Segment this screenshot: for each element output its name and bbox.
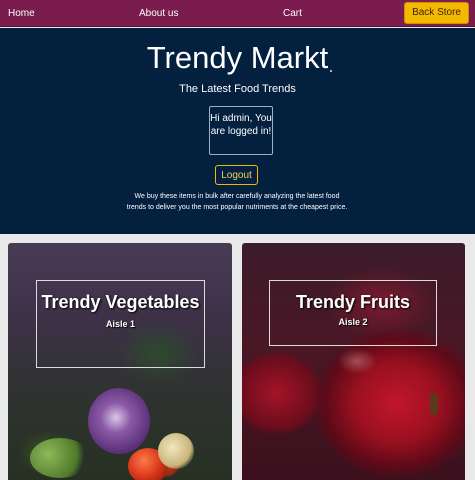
squash-image [158, 433, 194, 469]
card-aisle: Aisle 1 [105, 319, 136, 329]
navbar: Home About us Cart Back Store [0, 0, 475, 27]
apple-stem [430, 393, 438, 415]
login-status-box: Hi admin, You are logged in! [209, 106, 273, 155]
apple-highlight [337, 348, 377, 374]
hero-description: We buy these items in bulk after careful… [126, 193, 348, 211]
hero-banner: Trendy Markt The Latest Food Trends Hi a… [0, 28, 475, 234]
cabbage-image [88, 388, 150, 454]
card-aisle: Aisle 2 [338, 317, 368, 327]
category-card-vegetables[interactable]: Trendy Vegetables Aisle 1 [8, 243, 232, 480]
hero-subtitle: The Latest Food Trends [179, 83, 296, 95]
brussels-sprouts-image [30, 438, 90, 478]
card-label-frame: Trendy Vegetables Aisle 1 [36, 280, 205, 368]
card-title: Trendy Vegetables [41, 292, 200, 312]
nav-cart-link[interactable]: Cart [283, 8, 302, 19]
page-title: Trendy Markt [146, 40, 329, 75]
decorative-dot [330, 70, 332, 72]
category-card-fruits[interactable]: Trendy Fruits Aisle 2 [242, 243, 465, 480]
nav-home-link[interactable]: Home [8, 8, 35, 19]
card-label-frame: Trendy Fruits Aisle 2 [269, 280, 437, 346]
back-store-button[interactable]: Back Store [404, 2, 469, 24]
nav-about-link[interactable]: About us [139, 8, 178, 19]
card-title: Trendy Fruits [295, 292, 411, 312]
logout-button[interactable]: Logout [215, 165, 258, 185]
